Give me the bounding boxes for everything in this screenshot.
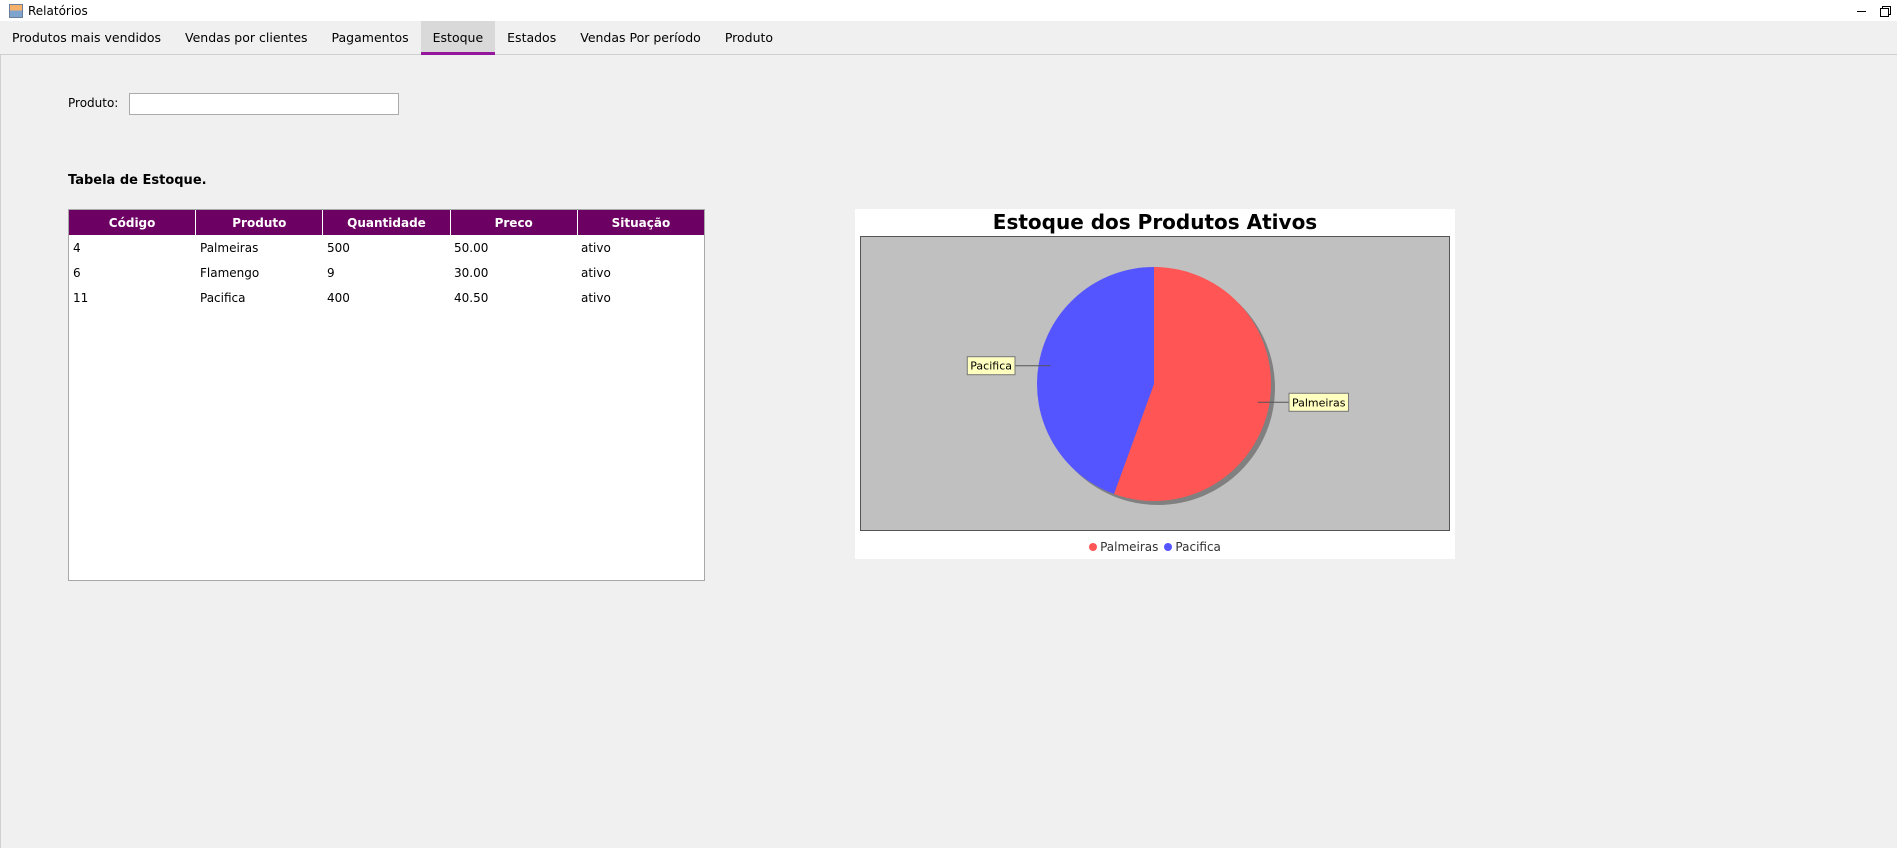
table-row[interactable]: 11 Pacifica 400 40.50 ativo xyxy=(69,285,704,310)
column-header-situacao[interactable]: Situação xyxy=(578,210,704,235)
slice-label-pacifica: Pacifica xyxy=(970,360,1012,373)
produto-label: Produto: xyxy=(68,96,119,110)
estoque-table[interactable]: Código Produto Quantidade Preco Situação… xyxy=(68,209,705,581)
legend-item-pacifica: Pacifica xyxy=(1164,540,1221,554)
minimize-icon xyxy=(1856,11,1866,12)
tab-vendas-por-periodo[interactable]: Vendas Por período xyxy=(568,21,713,54)
chart-title: Estoque dos Produtos Ativos xyxy=(992,210,1318,234)
produto-input[interactable] xyxy=(129,93,399,115)
title-bar: Relatórios xyxy=(0,0,1897,21)
minimize-button[interactable] xyxy=(1849,0,1873,21)
table-header: Código Produto Quantidade Preco Situação xyxy=(69,210,704,235)
table-row[interactable]: 4 Palmeiras 500 50.00 ativo xyxy=(69,235,704,260)
cell-quantidade: 9 xyxy=(327,265,335,280)
legend-swatch xyxy=(1089,543,1098,551)
tab-pagamentos[interactable]: Pagamentos xyxy=(320,21,421,54)
cell-preco: 50.00 xyxy=(454,240,489,255)
restore-icon xyxy=(1880,5,1891,17)
cell-codigo: 6 xyxy=(73,265,81,280)
legend-swatch xyxy=(1164,543,1173,551)
tab-vendas-por-clientes[interactable]: Vendas por clientes xyxy=(173,21,320,54)
tab-estoque[interactable]: Estoque xyxy=(420,21,496,55)
table-title: Tabela de Estoque. xyxy=(68,173,207,188)
window-title: Relatórios xyxy=(28,3,88,18)
cell-situacao: ativo xyxy=(581,290,611,305)
pie-chart-panel: Estoque dos Produtos Ativos Palmeiras Pac… xyxy=(855,209,1455,559)
java-app-icon xyxy=(9,3,23,18)
pie-chart: Palmeiras Pacifica xyxy=(966,267,1349,505)
window-controls xyxy=(1849,0,1897,21)
legend-label: Pacifica xyxy=(1175,540,1221,554)
cell-codigo: 11 xyxy=(73,290,89,305)
restore-button[interactable] xyxy=(1873,0,1897,21)
cell-produto: Pacifica xyxy=(200,290,246,305)
cell-preco: 40.50 xyxy=(454,290,489,305)
legend-label: Palmeiras xyxy=(1100,540,1159,554)
column-header-produto[interactable]: Produto xyxy=(196,210,324,235)
column-header-codigo[interactable]: Código xyxy=(69,210,197,235)
tab-produto[interactable]: Produto xyxy=(713,21,785,54)
tab-bar: Produtos mais vendidos Vendas por client… xyxy=(0,21,1897,55)
cell-quantidade: 400 xyxy=(327,290,350,305)
cell-situacao: ativo xyxy=(581,265,611,280)
tab-estados[interactable]: Estados xyxy=(495,21,568,54)
plot-area: Palmeiras Pacifica xyxy=(860,236,1450,531)
cell-codigo: 4 xyxy=(73,240,81,255)
cell-produto: Flamengo xyxy=(200,265,260,280)
cell-produto: Palmeiras xyxy=(200,240,259,255)
tab-produtos-mais-vendidos[interactable]: Produtos mais vendidos xyxy=(0,21,173,54)
cell-situacao: ativo xyxy=(581,240,611,255)
chart-legend: Palmeiras Pacifica xyxy=(855,540,1455,554)
content-border xyxy=(0,55,1,848)
column-header-quantidade[interactable]: Quantidade xyxy=(323,210,451,235)
table-row[interactable]: 6 Flamengo 9 30.00 ativo xyxy=(69,260,704,285)
column-header-preco[interactable]: Preco xyxy=(451,210,578,235)
cell-preco: 30.00 xyxy=(454,265,489,280)
cell-quantidade: 500 xyxy=(327,240,350,255)
legend-item-palmeiras: Palmeiras xyxy=(1089,540,1158,554)
slice-label-palmeiras: Palmeiras xyxy=(1292,396,1346,409)
